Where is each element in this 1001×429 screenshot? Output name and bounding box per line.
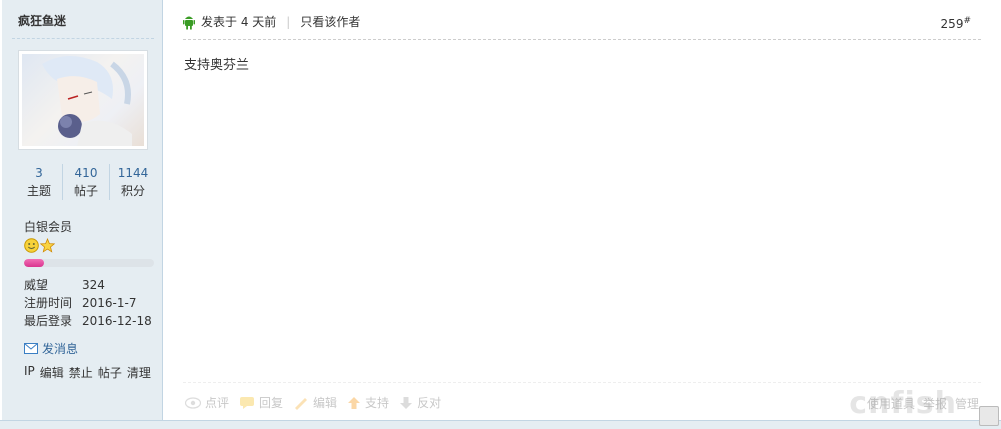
floor-value[interactable]: 259 — [941, 17, 964, 31]
sidebar-divider — [12, 38, 154, 39]
stat-number[interactable]: 410 — [63, 164, 109, 182]
avatar-illustration — [42, 55, 132, 146]
admin-ban-link[interactable]: 禁止 — [69, 364, 93, 381]
arrow-down-icon — [400, 396, 413, 409]
eye-icon — [185, 396, 201, 409]
admin-ip-link[interactable]: IP — [24, 364, 35, 381]
author-stats: 3 主题 410 帖子 1144 积分 — [16, 164, 156, 200]
stat-number[interactable]: 1144 — [110, 164, 156, 182]
post-header: 发表于 4 天前 | 只看该作者 — [183, 13, 360, 30]
envelope-icon — [24, 343, 38, 354]
info-row-prestige: 威望 324 — [24, 276, 152, 294]
admin-links: IP 编辑 禁止 帖子 清理 — [24, 364, 151, 381]
avatar-frame[interactable] — [18, 50, 148, 150]
info-value: 324 — [82, 278, 105, 292]
edit-label[interactable]: 编辑 — [313, 394, 337, 411]
info-value: 2016-1-7 — [82, 296, 137, 310]
chat-bubble-icon[interactable] — [979, 406, 999, 426]
reply-button[interactable]: 回复 — [239, 394, 283, 411]
arrow-up-icon — [348, 396, 361, 409]
info-row-registered: 注册时间 2016-1-7 — [24, 294, 152, 312]
stat-label: 帖子 — [73, 184, 98, 198]
android-icon — [183, 16, 195, 29]
admin-edit-link[interactable]: 编辑 — [40, 364, 64, 381]
post-content: 支持奥芬兰 — [184, 58, 250, 73]
smiley-icon — [24, 238, 39, 253]
reply-label[interactable]: 回复 — [259, 394, 283, 411]
info-key: 注册时间 — [24, 296, 73, 310]
post-main: 发表于 4 天前 | 只看该作者 259# 支持奥芬兰 点评 回复 编辑 支持 … — [163, 0, 1001, 421]
author-sidebar: 疯狂鱼迷 3 主题 410 帖子 1144 积分 白银会员 威望 324 注册时… — [2, 0, 163, 428]
edit-button[interactable]: 编辑 — [293, 394, 337, 411]
speech-bubble-icon — [240, 396, 255, 409]
support-label[interactable]: 支持 — [365, 394, 389, 411]
only-author-link[interactable]: 只看该作者 — [300, 13, 360, 30]
oppose-label[interactable]: 反对 — [417, 394, 441, 411]
stat-points[interactable]: 1144 积分 — [109, 164, 156, 200]
admin-clear-link[interactable]: 清理 — [127, 364, 151, 381]
avatar[interactable] — [22, 54, 144, 146]
post-time: 发表于 4 天前 — [201, 15, 277, 29]
support-button[interactable]: 支持 — [347, 394, 389, 411]
info-value: 2016-12-18 — [82, 314, 152, 328]
level-progress-bar — [24, 259, 154, 267]
site-watermark: cnfish — [849, 386, 957, 421]
rank-badges — [24, 238, 55, 253]
level-progress-fill — [24, 259, 44, 267]
info-row-last-login: 最后登录 2016-12-18 — [24, 312, 152, 330]
info-key: 最后登录 — [24, 314, 73, 328]
comment-button[interactable]: 点评 — [185, 394, 229, 411]
info-key: 威望 — [24, 278, 49, 292]
stat-label: 主题 — [26, 184, 51, 198]
author-name[interactable]: 疯狂鱼迷 — [18, 12, 66, 29]
post-actions: 点评 回复 编辑 支持 反对 — [185, 394, 441, 411]
user-group[interactable]: 白银会员 — [24, 218, 72, 235]
floor-number[interactable]: 259# — [941, 16, 971, 31]
header-separator: | — [286, 14, 291, 29]
stat-threads[interactable]: 3 主题 — [16, 164, 62, 200]
send-message-label[interactable]: 发消息 — [42, 340, 78, 357]
comment-label[interactable]: 点评 — [205, 394, 229, 411]
send-message-link[interactable]: 发消息 — [24, 340, 78, 357]
manage-link[interactable]: 管理 — [955, 395, 979, 412]
pencil-icon — [295, 397, 308, 410]
author-info: 威望 324 注册时间 2016-1-7 最后登录 2016-12-18 — [24, 276, 152, 330]
admin-posts-link[interactable]: 帖子 — [98, 364, 122, 381]
header-divider — [183, 39, 981, 40]
stat-number[interactable]: 3 — [16, 164, 62, 182]
star-icon — [40, 238, 55, 253]
stat-posts[interactable]: 410 帖子 — [62, 164, 109, 200]
footer-divider — [183, 382, 981, 383]
oppose-button[interactable]: 反对 — [399, 394, 441, 411]
stat-label: 积分 — [120, 184, 145, 198]
floor-mark: # — [963, 16, 971, 26]
